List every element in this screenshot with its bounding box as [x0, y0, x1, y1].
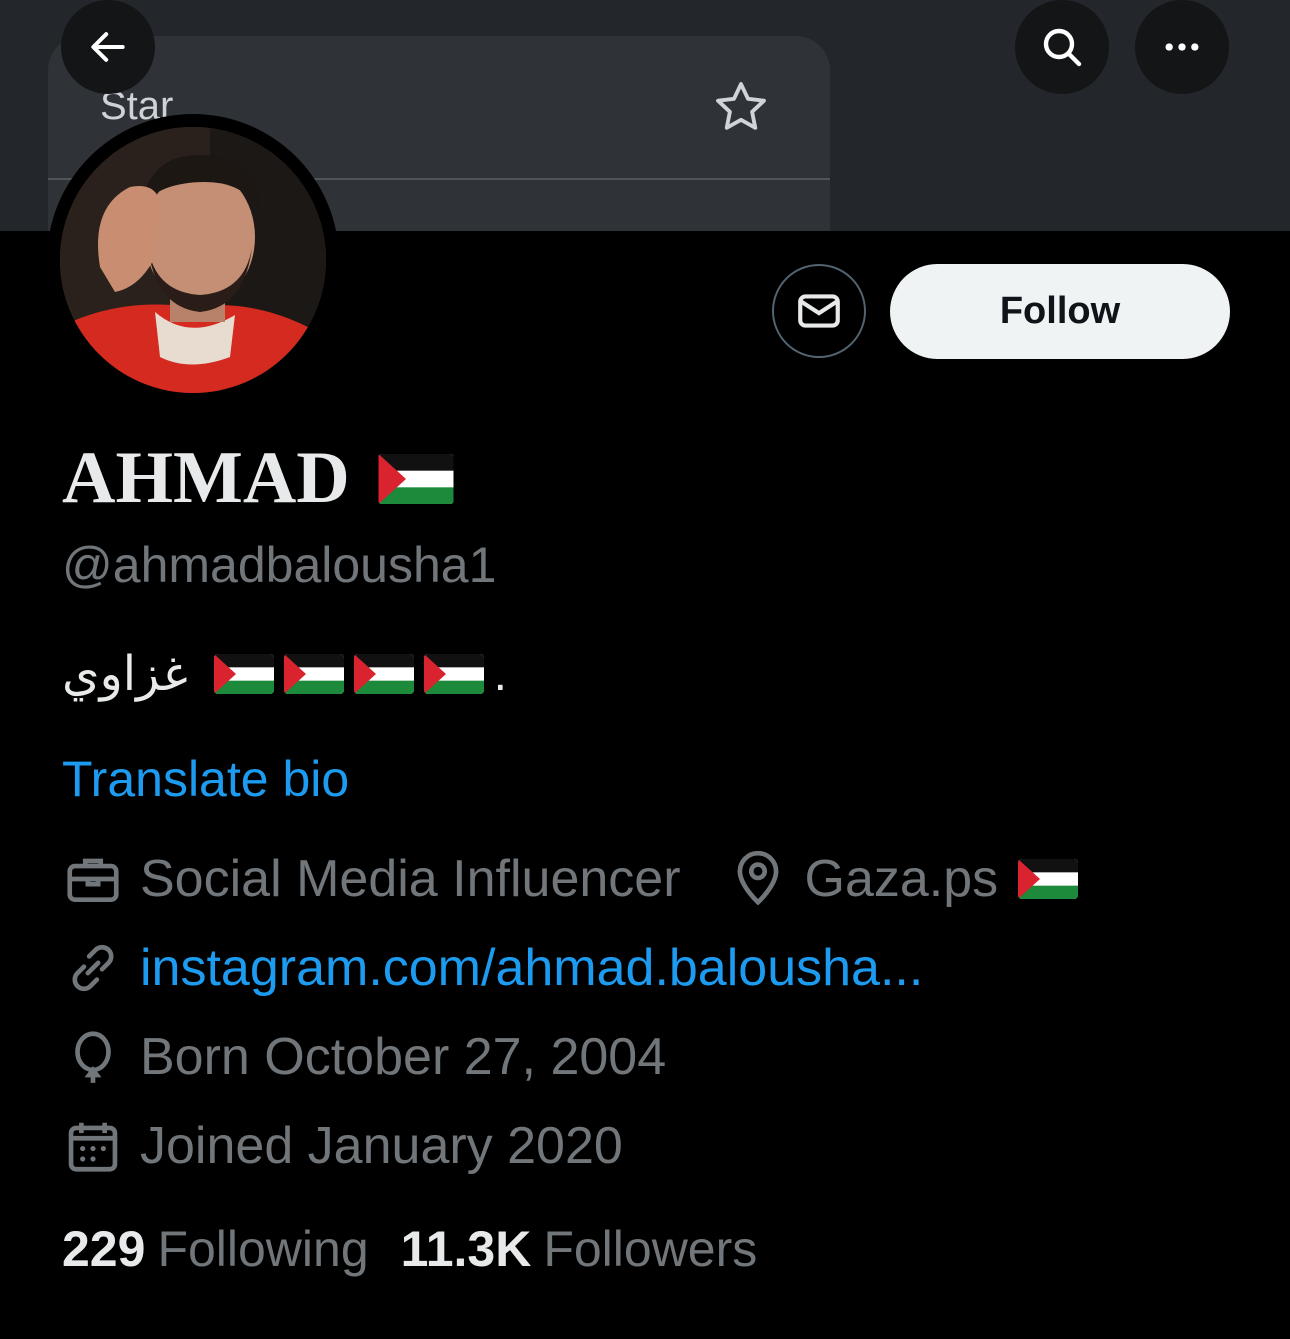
- star-icon: [716, 82, 766, 130]
- search-button[interactable]: [1015, 0, 1109, 94]
- translate-bio-link[interactable]: Translate bio: [62, 750, 349, 808]
- following-label: Following: [157, 1221, 369, 1277]
- palestine-flag-icon: [353, 654, 414, 694]
- profile-name: AHMAD: [62, 437, 350, 519]
- profile-name-row: AHMAD: [62, 436, 454, 521]
- following-count: 229: [62, 1221, 146, 1277]
- profile-profession: Social Media Influencer: [140, 850, 681, 908]
- balloon-icon: [75, 1031, 111, 1083]
- palestine-flag-icon: [283, 654, 344, 694]
- bio-suffix: .: [493, 647, 508, 701]
- palestine-flag-icon: [378, 453, 454, 504]
- avatar[interactable]: [47, 114, 339, 406]
- back-button[interactable]: [61, 0, 155, 94]
- profile-stats: 229 Following 11.3K Followers: [62, 1220, 757, 1278]
- profile-joined: Joined January 2020: [140, 1117, 623, 1175]
- message-button[interactable]: [772, 264, 866, 358]
- profile-website-link[interactable]: instagram.com/ahmad.balousha...: [140, 938, 923, 998]
- profile-details-row: Social Media Influencer Gaza.ps: [62, 848, 1079, 910]
- envelope-icon: [798, 294, 840, 328]
- link-icon: [72, 944, 114, 992]
- profile-bio: غزاوي .: [62, 646, 507, 702]
- profile-website-row: instagram.com/ahmad.balousha...: [62, 937, 923, 999]
- avatar-photo: [60, 127, 326, 393]
- following-stat[interactable]: 229 Following: [62, 1220, 369, 1278]
- back-arrow-icon: [91, 32, 125, 62]
- calendar-icon: [68, 1122, 118, 1172]
- location-pin-icon: [737, 850, 778, 906]
- followers-count: 11.3K: [400, 1221, 532, 1277]
- followers-stat[interactable]: 11.3K Followers: [401, 1220, 758, 1278]
- profile-handle: @ahmadbalousha1: [62, 537, 497, 593]
- palestine-flag-icon: [423, 654, 484, 694]
- follow-button[interactable]: Follow: [890, 264, 1230, 359]
- profile-birthday-row: Born October 27, 2004: [62, 1026, 666, 1088]
- search-icon: [1043, 28, 1082, 67]
- bio-text: غزاوي: [62, 648, 188, 701]
- profile-joined-row: Joined January 2020: [62, 1115, 623, 1177]
- profile-location: Gaza.ps: [804, 850, 999, 908]
- profile-birthday: Born October 27, 2004: [140, 1028, 667, 1086]
- palestine-flag-icon: [1018, 859, 1079, 899]
- more-options-button[interactable]: [1135, 0, 1229, 94]
- briefcase-icon: [67, 858, 119, 902]
- more-icon: [1165, 43, 1199, 51]
- palestine-flag-icon: [213, 654, 274, 694]
- followers-label: Followers: [543, 1221, 758, 1277]
